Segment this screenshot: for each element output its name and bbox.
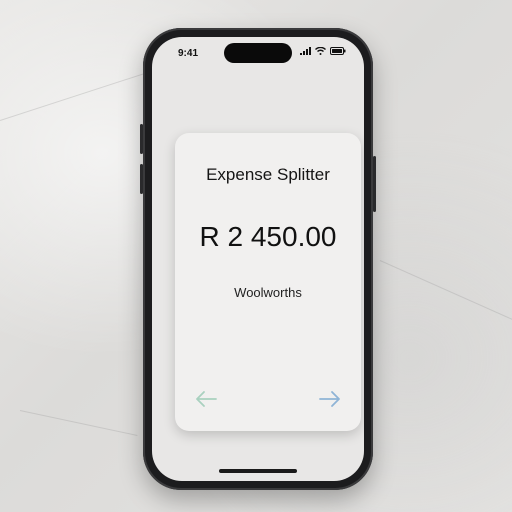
- status-time: 9:41: [178, 48, 199, 59]
- home-indicator[interactable]: [219, 469, 297, 473]
- dynamic-island: [224, 43, 292, 63]
- wifi-icon: [315, 47, 326, 55]
- expense-card[interactable]: Expense Splitter R 2 450.00 Woolworths: [175, 133, 361, 431]
- merchant-name: Woolworths: [234, 285, 302, 300]
- card-title: Expense Splitter: [206, 165, 330, 184]
- power-button: [373, 156, 376, 212]
- expense-amount: R 2 450.00: [199, 221, 337, 252]
- marble-vein: [19, 410, 138, 436]
- arrow-left-icon: [196, 391, 217, 407]
- volume-down-button: [140, 164, 143, 194]
- status-bar: 9:41: [152, 37, 364, 73]
- phone-device: 9:41 Expense Splitter R 2 450.00 Woolwor…: [140, 28, 376, 490]
- battery-icon: [330, 47, 346, 55]
- previous-button[interactable]: [193, 389, 219, 409]
- phone-screen: 9:41 Expense Splitter R 2 450.00 Woolwor…: [152, 37, 364, 481]
- status-icons: [300, 47, 346, 55]
- arrow-right-icon: [319, 391, 340, 407]
- signal-icon: [300, 47, 311, 55]
- volume-up-button: [140, 124, 143, 154]
- next-button[interactable]: [317, 389, 343, 409]
- marble-vein: [379, 260, 512, 322]
